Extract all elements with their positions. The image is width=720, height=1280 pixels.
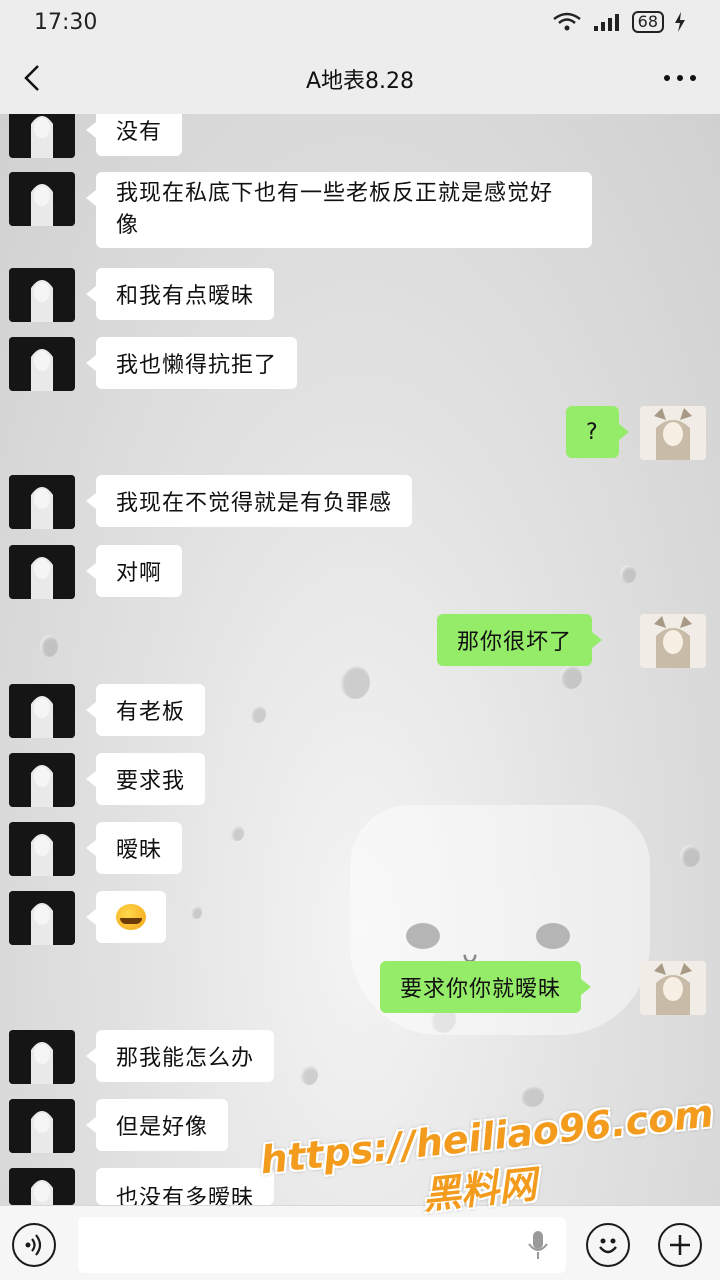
received-message-bubble[interactable]: 也没有多暧昧: [96, 1168, 275, 1205]
received-message-bubble[interactable]: 我现在私底下也有一些老板反正就是感觉好像: [86, 172, 592, 248]
laughing-crying-emoji-icon: [116, 904, 146, 930]
my-avatar[interactable]: [640, 406, 706, 460]
plus-icon: [670, 1235, 690, 1255]
contact-avatar[interactable]: [9, 337, 75, 391]
received-emoji-bubble[interactable]: [86, 891, 166, 943]
received-message-bubble[interactable]: 暧昧: [85, 822, 183, 874]
sent-message-bubble[interactable]: 要求你你就暧昧: [380, 961, 592, 1013]
emoji-button[interactable]: [586, 1223, 630, 1267]
contact-avatar[interactable]: [9, 1168, 75, 1205]
more-options-button[interactable]: [658, 58, 702, 98]
chat-title: A地表8.28: [305, 69, 415, 94]
microphone-icon[interactable]: [528, 1230, 548, 1260]
charging-icon: [675, 12, 685, 32]
contact-avatar[interactable]: [9, 172, 75, 226]
contact-avatar[interactable]: [9, 822, 75, 876]
contact-avatar[interactable]: [9, 475, 75, 529]
chat-message-list[interactable]: 没有 我现在私底下也有一些老板反正就是感觉好像 和我有点暧昧 我也懒得抗拒了 ?…: [0, 0, 720, 1280]
chat-header: A地表8.28: [0, 44, 720, 114]
contact-avatar[interactable]: [9, 1099, 75, 1153]
received-message-bubble[interactable]: 对啊: [85, 545, 183, 597]
received-message-bubble[interactable]: 要求我: [85, 753, 206, 805]
status-icons: 68: [552, 11, 686, 33]
my-avatar[interactable]: [640, 614, 706, 668]
sent-message-bubble[interactable]: ?: [566, 406, 629, 458]
contact-avatar[interactable]: [9, 753, 75, 807]
contact-avatar[interactable]: [9, 1030, 75, 1084]
contact-avatar[interactable]: [9, 545, 75, 599]
received-message-bubble[interactable]: 有老板: [85, 684, 206, 736]
smiley-icon: [599, 1238, 617, 1254]
voice-mode-button[interactable]: [12, 1223, 56, 1267]
chevron-left-icon: [24, 65, 39, 91]
more-functions-button[interactable]: [658, 1223, 702, 1267]
received-message-bubble[interactable]: 那我能怎么办: [85, 1030, 275, 1082]
received-message-bubble[interactable]: 但是好像: [85, 1099, 229, 1151]
contact-avatar[interactable]: [9, 684, 75, 738]
back-button[interactable]: [12, 58, 52, 98]
sent-message-bubble[interactable]: 那你很坏了: [437, 614, 603, 666]
status-bar: 17:30 68: [0, 0, 720, 44]
voice-wave-icon: [25, 1234, 42, 1256]
status-time: 17:30: [34, 9, 98, 35]
received-message-bubble[interactable]: 我现在不觉得就是有负罪感: [85, 475, 413, 527]
my-avatar[interactable]: [640, 961, 706, 1015]
contact-avatar[interactable]: [9, 891, 75, 945]
more-dots-icon: [664, 75, 696, 81]
wifi-icon: [552, 12, 581, 31]
contact-avatar[interactable]: [9, 268, 75, 322]
battery-icon: 68: [631, 11, 664, 33]
received-message-bubble[interactable]: 我也懒得抗拒了: [85, 337, 298, 389]
received-message-bubble[interactable]: 和我有点暧昧: [85, 268, 275, 320]
signal-icon: [593, 14, 619, 31]
